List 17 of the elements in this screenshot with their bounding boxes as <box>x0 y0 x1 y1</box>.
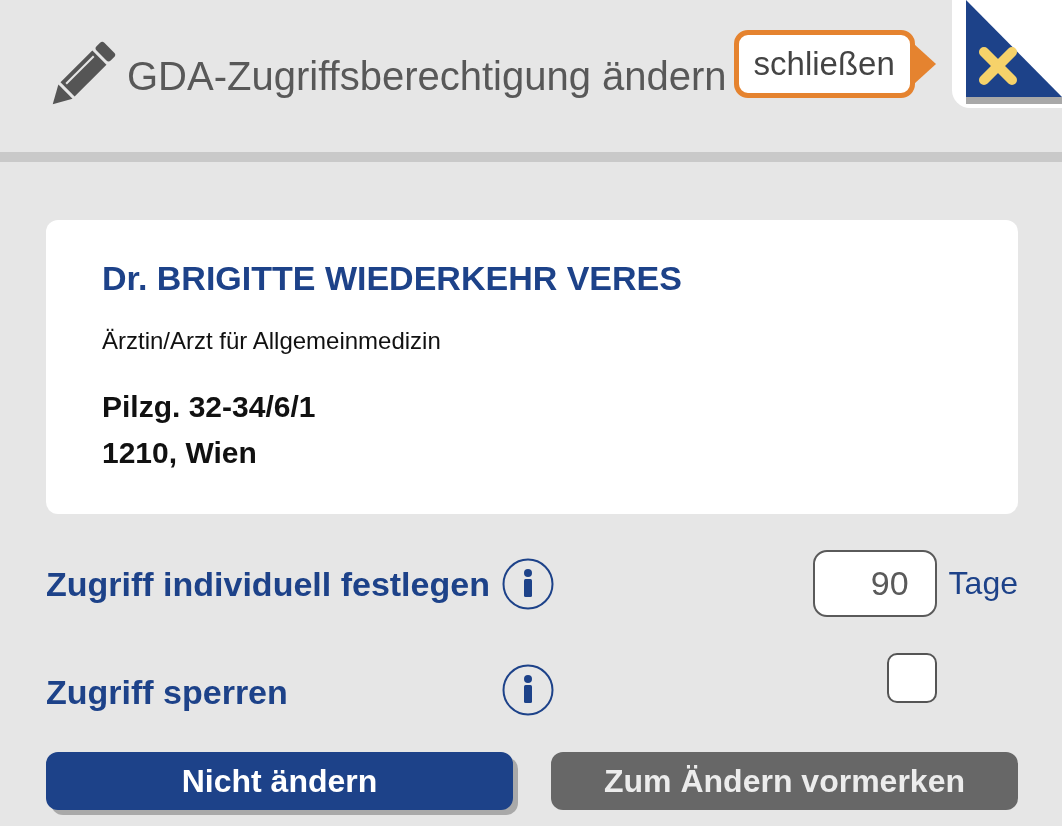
checkbox[interactable] <box>886 653 937 703</box>
address-line: 1210, Wien <box>102 435 258 471</box>
info-icon[interactable] <box>501 664 554 716</box>
close-tooltip: schließen <box>733 30 915 98</box>
dialog-title: GDA-Zugriffsberechtigung ändern <box>127 53 727 99</box>
tooltip-arrow-icon <box>913 44 936 84</box>
option-label: Zugriff individuell festlegen <box>46 563 490 605</box>
unit-label: Tage <box>948 565 1018 602</box>
secondary-button[interactable]: Zum Ändern vormerken <box>551 752 1018 810</box>
close-icon <box>966 0 1062 104</box>
provider-specialty: Ärztin/Arzt für Allgemeinmedizin <box>102 326 442 356</box>
provider-name: Dr. BRIGITTE WIEDERKEHR VERES <box>102 260 683 296</box>
close-button[interactable] <box>952 0 1062 108</box>
days-input[interactable]: 90 <box>812 550 937 617</box>
info-icon[interactable] <box>501 557 554 610</box>
address-line: Pilzg. 32-34/6/1 <box>102 389 317 425</box>
option-label: Zugriff sperren <box>46 672 289 713</box>
